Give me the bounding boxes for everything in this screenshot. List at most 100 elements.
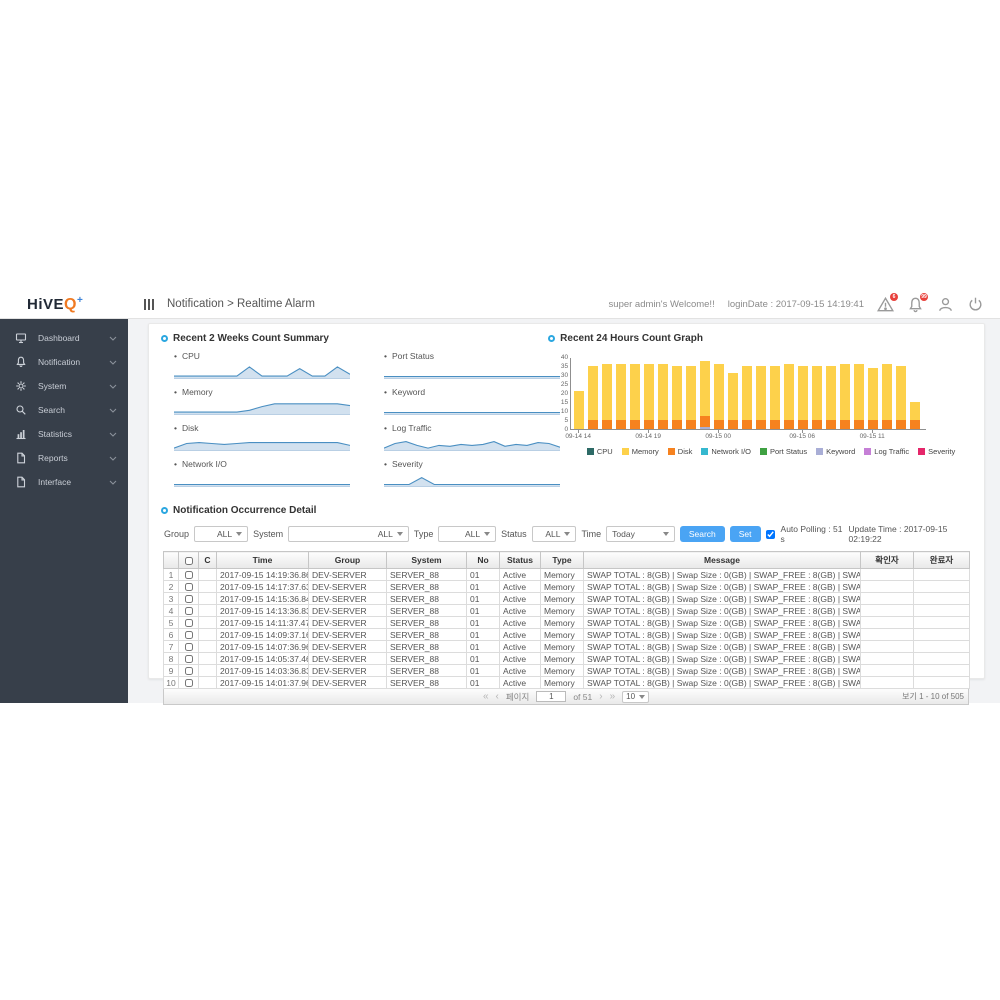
- time-cell: 2017-09-15 14:19:36.86: [216, 568, 309, 581]
- last-page-icon[interactable]: »: [610, 691, 616, 702]
- row-checkbox[interactable]: [184, 595, 193, 604]
- sidebar-item-dashboard[interactable]: Dashboard: [0, 326, 128, 350]
- time-header[interactable]: Time: [216, 551, 309, 569]
- auto-polling-checkbox[interactable]: [765, 529, 775, 539]
- warning-icon[interactable]: 6: [877, 292, 898, 313]
- search-icon: [15, 404, 27, 416]
- system-cell: SERVER_88: [386, 664, 467, 677]
- row-checkbox-cell: [178, 652, 199, 665]
- status-header[interactable]: Status: [499, 551, 541, 569]
- no-cell: 01: [466, 640, 500, 653]
- next-page-icon[interactable]: ›: [599, 691, 602, 702]
- bar-09-15 06: [798, 358, 809, 429]
- search-button[interactable]: Search: [679, 526, 725, 542]
- time-cell: 2017-09-15 14:07:36.96: [216, 640, 309, 653]
- user-icon[interactable]: [937, 296, 954, 313]
- complete-header[interactable]: 완료자: [913, 551, 970, 569]
- row-number-header: [163, 551, 179, 569]
- complete-cell: [913, 592, 970, 605]
- prev-page-icon[interactable]: ‹: [496, 691, 499, 702]
- row-checkbox[interactable]: [184, 571, 193, 580]
- sidebar-item-statistics[interactable]: Statistics: [0, 422, 128, 446]
- row-checkbox-cell: [178, 628, 199, 641]
- system-header[interactable]: System: [386, 551, 467, 569]
- bar-09-15 14: [910, 358, 921, 429]
- page-size-select[interactable]: 10: [622, 690, 650, 703]
- set-button[interactable]: Set: [729, 526, 761, 542]
- group-header[interactable]: Group: [308, 551, 387, 569]
- bar-09-15 09: [840, 358, 851, 429]
- type-filter-select[interactable]: ALL: [438, 526, 497, 542]
- bar-09-15 02: [742, 358, 753, 429]
- bell-icon: [15, 356, 27, 368]
- logo-text: HiVE: [27, 295, 65, 313]
- menu-toggle-icon[interactable]: [144, 298, 154, 310]
- row-checkbox[interactable]: [184, 679, 193, 688]
- confirm-header[interactable]: 확인자: [860, 551, 914, 569]
- no-cell: 01: [466, 628, 500, 641]
- confirm-cell: [860, 568, 914, 581]
- status-cell: Active: [499, 580, 541, 593]
- c-cell: [198, 652, 217, 665]
- type-header[interactable]: Type: [540, 551, 584, 569]
- sidebar-item-notification[interactable]: Notification: [0, 350, 128, 374]
- select-all-checkbox[interactable]: [184, 556, 193, 565]
- row-checkbox[interactable]: [184, 631, 193, 640]
- legend-swatch: [586, 448, 594, 455]
- time-filter-select[interactable]: Today: [606, 526, 675, 542]
- bar-09-15 10: [854, 358, 865, 429]
- no-header[interactable]: No: [466, 551, 500, 569]
- sidebar-nav: Dashboard Notification System Search Statist…: [0, 319, 128, 703]
- row-checkbox[interactable]: [184, 583, 193, 592]
- row-checkbox[interactable]: [184, 607, 193, 616]
- status-filter-select[interactable]: ALL: [531, 526, 577, 542]
- y-axis-tick: 15: [560, 398, 569, 406]
- no-cell: 01: [466, 592, 500, 605]
- alarm-table: C Time Group System No Status Type Messa…: [163, 551, 970, 689]
- gear-icon: [15, 380, 27, 392]
- system-cell: SERVER_88: [386, 616, 467, 629]
- sidebar-item-search[interactable]: Search: [0, 398, 128, 422]
- sparkline-label: Disk: [174, 423, 350, 433]
- bar-09-15 13: [896, 358, 907, 429]
- complete-cell: [913, 628, 970, 641]
- group-cell: DEV-SERVER: [308, 676, 387, 689]
- c-cell: [198, 640, 217, 653]
- notification-bell-icon[interactable]: 99: [907, 292, 928, 313]
- row-checkbox[interactable]: [184, 643, 193, 652]
- row-checkbox[interactable]: [184, 655, 193, 664]
- sidebar-item-system[interactable]: System: [0, 374, 128, 398]
- legend-label: CPU: [596, 447, 613, 456]
- message-cell: SWAP TOTAL : 8(GB) | Swap Size : 0(GB) |…: [583, 640, 861, 653]
- sidebar-item-interface[interactable]: Interface: [0, 470, 128, 494]
- system-cell: SERVER_88: [386, 628, 467, 641]
- power-icon[interactable]: [967, 296, 984, 313]
- system-filter-select[interactable]: ALL: [288, 526, 409, 542]
- confirm-cell: [860, 676, 914, 689]
- bar-09-14 23: [700, 358, 711, 429]
- complete-cell: [913, 580, 970, 593]
- bar-09-15 01: [728, 358, 739, 429]
- message-header[interactable]: Message: [583, 551, 861, 569]
- first-page-icon[interactable]: «: [483, 691, 489, 702]
- bar-09-15 11: [868, 358, 879, 429]
- port-status-sparkline-chart: [384, 375, 560, 379]
- group-filter-select[interactable]: ALL: [194, 526, 249, 542]
- row-checkbox[interactable]: [184, 667, 193, 676]
- sidebar-item-reports[interactable]: Reports: [0, 446, 128, 470]
- legend-item-disk: Disk: [667, 447, 692, 456]
- no-cell: 01: [466, 568, 500, 581]
- bar-09-15 03: [756, 358, 767, 429]
- table-header-row: C Time Group System No Status Type Messa…: [163, 551, 970, 569]
- app-logo[interactable]: HiVEQ+: [0, 295, 128, 314]
- time-cell: 2017-09-15 14:05:37.46: [216, 652, 309, 665]
- row-checkbox-cell: [178, 604, 199, 617]
- status-cell: Active: [499, 568, 541, 581]
- row-checkbox[interactable]: [184, 619, 193, 628]
- chevron-down-icon: [564, 532, 571, 536]
- bar-09-14 18: [630, 358, 641, 429]
- page-number-input[interactable]: [536, 691, 567, 702]
- legend-label: Keyword: [826, 447, 856, 456]
- welcome-text: super admin's Welcome!!: [608, 298, 715, 310]
- chevron-down-icon: [396, 532, 403, 536]
